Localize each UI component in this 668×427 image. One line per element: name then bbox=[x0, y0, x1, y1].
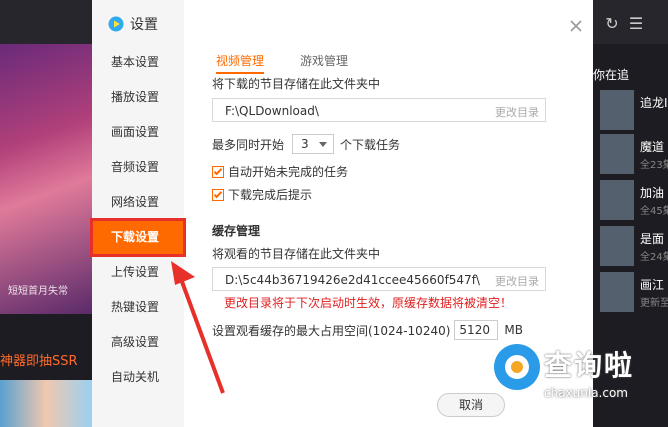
dialog-title: 设置 bbox=[130, 17, 158, 33]
right-list-item[interactable]: 追龙I bbox=[600, 90, 668, 130]
max-tasks-select[interactable]: 3 bbox=[292, 134, 335, 154]
nav-item-display[interactable]: 画面设置 bbox=[92, 115, 184, 150]
cache-size-unit: MB bbox=[504, 323, 524, 337]
magnifier-icon bbox=[494, 344, 540, 390]
cache-dir-field[interactable]: D:\5c44b36719426e2d41ccee45660f547f\ 更改目… bbox=[212, 267, 546, 291]
right-list-item[interactable]: 魔道 全23集 bbox=[600, 134, 668, 174]
show-episodes: 全23集 bbox=[640, 160, 668, 171]
change-download-dir-button[interactable]: 更改目录 bbox=[495, 104, 539, 120]
cache-section-title: 缓存管理 bbox=[212, 224, 261, 238]
show-episodes: 更新至 bbox=[640, 298, 668, 309]
cache-dir-value: D:\5c44b36719426e2d41ccee45660f547f\ bbox=[225, 273, 480, 287]
nav-item-playback[interactable]: 播放设置 bbox=[92, 80, 184, 115]
nav-item-network[interactable]: 网络设置 bbox=[92, 185, 184, 220]
watermark-sub: chaxunla.com bbox=[544, 386, 628, 400]
cache-size-input[interactable]: 5120 bbox=[454, 320, 499, 340]
nav-item-download[interactable]: 下载设置 bbox=[90, 218, 186, 257]
auto-start-checkbox[interactable] bbox=[212, 165, 224, 178]
refresh-icon[interactable]: ↻ bbox=[600, 14, 624, 33]
notify-checkbox[interactable] bbox=[212, 188, 224, 201]
show-title: 魔道 bbox=[640, 140, 665, 154]
check-icon bbox=[213, 166, 223, 175]
right-list-item[interactable]: 是面 全24集 bbox=[600, 226, 668, 266]
right-list-item[interactable]: 画江 更新至 bbox=[600, 272, 668, 312]
show-thumbnail bbox=[600, 134, 634, 174]
app-thumbnail-image[interactable] bbox=[0, 380, 92, 427]
show-title: 追龙I bbox=[640, 96, 668, 110]
show-thumbnail bbox=[600, 226, 634, 266]
promo-link[interactable]: 神器即抽SSR bbox=[0, 350, 78, 369]
download-dir-label: 将下载的节目存储在此文件夹中 bbox=[212, 77, 381, 91]
notify-row: 下载完成后提示 bbox=[212, 186, 312, 203]
annotation-arrow-icon bbox=[171, 261, 225, 394]
tab-game-management[interactable]: 游戏管理 bbox=[300, 52, 348, 74]
check-icon bbox=[213, 189, 223, 198]
max-tasks-value: 3 bbox=[301, 137, 309, 151]
nav-item-audio[interactable]: 音频设置 bbox=[92, 150, 184, 185]
show-title: 是面 bbox=[640, 232, 665, 246]
tab-video-management[interactable]: 视频管理 bbox=[216, 52, 265, 74]
notify-label[interactable]: 下载完成后提示 bbox=[228, 186, 312, 203]
banner-caption: 短短首月失常 bbox=[8, 286, 68, 297]
max-tasks-row: 最多同时开始 3 个下载任务 bbox=[212, 134, 400, 154]
nav-item-basic[interactable]: 基本设置 bbox=[92, 45, 184, 80]
show-thumbnail bbox=[600, 180, 634, 220]
right-list-item[interactable]: 加油 全45集 bbox=[600, 180, 668, 220]
app-banner-image[interactable] bbox=[0, 44, 92, 314]
download-dir-value: F:\QLDownload\ bbox=[225, 104, 319, 118]
watermark-text: 查询啦 bbox=[544, 349, 635, 382]
cache-size-row: 设置观看缓存的最大占用空间(1024-10240) 5120 MB bbox=[212, 320, 523, 340]
chevron-down-icon bbox=[319, 142, 328, 147]
cache-warning: 更改目录将于下次启动时生效，原缓存数据将被清空！ bbox=[224, 296, 513, 310]
max-tasks-prefix: 最多同时开始 bbox=[212, 137, 285, 152]
app-window-controls: ↻ ☰ bbox=[600, 14, 648, 33]
cache-dir-label: 将观看的节目存储在此文件夹中 bbox=[212, 247, 381, 261]
auto-start-row: 自动开始未完成的任务 bbox=[212, 163, 348, 180]
show-title: 加油 bbox=[640, 186, 665, 200]
dialog-header: 设置 bbox=[108, 14, 158, 34]
download-tabs: 视频管理 游戏管理 bbox=[216, 52, 384, 74]
watermark-logo: 查询啦 chaxunla.com bbox=[494, 344, 668, 408]
download-dir-field[interactable]: F:\QLDownload\ 更改目录 bbox=[212, 98, 546, 122]
close-icon[interactable] bbox=[568, 18, 584, 34]
show-episodes: 全45集 bbox=[640, 206, 668, 217]
show-thumbnail bbox=[600, 272, 634, 312]
app-logo-icon bbox=[108, 16, 124, 32]
max-tasks-suffix: 个下载任务 bbox=[340, 137, 401, 152]
show-episodes: 全24集 bbox=[640, 252, 668, 263]
change-cache-dir-button[interactable]: 更改目录 bbox=[495, 273, 539, 289]
auto-start-label[interactable]: 自动开始未完成的任务 bbox=[228, 163, 348, 180]
cache-size-label: 设置观看缓存的最大占用空间(1024-10240) bbox=[212, 323, 451, 338]
right-panel-title: 你在追 bbox=[593, 68, 630, 82]
menu-icon[interactable]: ☰ bbox=[624, 14, 648, 33]
show-title: 画江 bbox=[640, 278, 665, 292]
show-thumbnail bbox=[600, 90, 634, 130]
